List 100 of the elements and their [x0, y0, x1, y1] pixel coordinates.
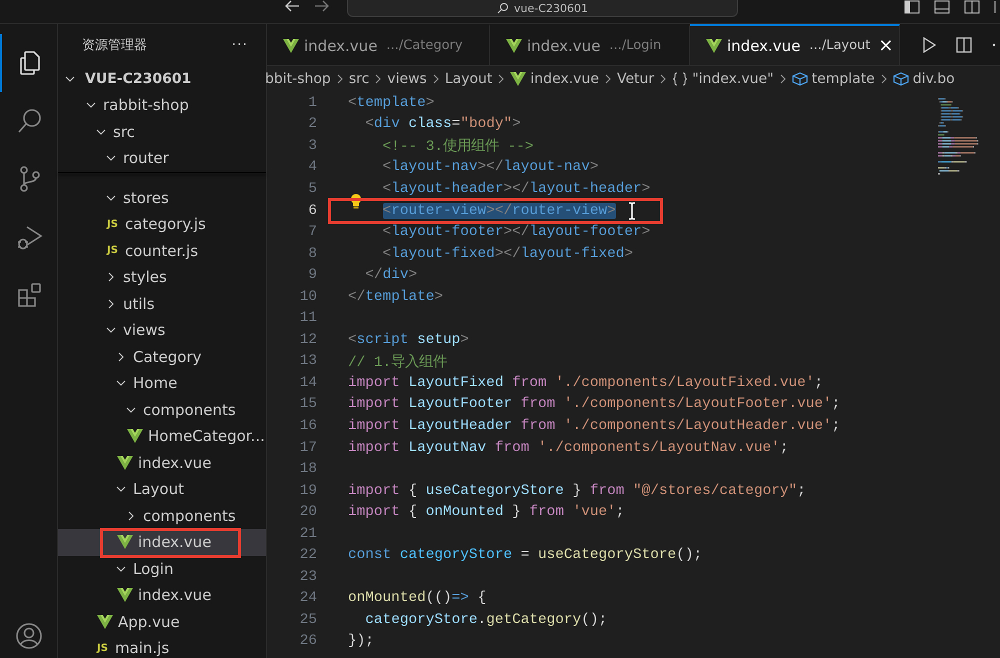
line-number: 3 — [307, 138, 317, 154]
sidebar-toggle-icon[interactable] — [904, 0, 920, 14]
more-icon[interactable] — [992, 42, 996, 46]
tab-path: .../Login — [609, 38, 662, 53]
code-line: <layout-footer></layout-footer> — [382, 224, 650, 240]
editor-tab[interactable]: index.vue .../Layout × — [690, 24, 900, 65]
line-number: 7 — [307, 224, 317, 240]
tree-item[interactable]: rabbit-shop — [103, 96, 189, 114]
line-number: 4 — [307, 159, 317, 176]
tree-item[interactable]: components — [143, 506, 236, 525]
v-file-icon — [97, 614, 113, 629]
tab-path: .../Layout — [809, 38, 870, 53]
chevron-icon — [778, 73, 787, 85]
tree-item[interactable]: category.js — [124, 215, 206, 234]
line-number: 26 — [298, 633, 317, 650]
code-line: <layout-nav></layout-nav> — [382, 159, 598, 176]
tree-item[interactable]: router — [123, 149, 169, 168]
line-number: 13 — [298, 353, 317, 370]
code-line: import LayoutFooter from './components/LayoutFooter.vue'; — [348, 396, 840, 412]
split-layout-icon[interactable] — [964, 0, 980, 14]
line-number: 6 — [307, 202, 317, 218]
line-number: 12 — [298, 332, 317, 348]
breadcrumb-item[interactable]: bbit-shop — [265, 71, 331, 87]
account-icon[interactable] — [14, 622, 42, 650]
code-line: <div class="body"> — [365, 116, 521, 132]
line-number: 24 — [298, 590, 317, 606]
line-number: 2 — [307, 116, 317, 132]
line-number: 14 — [298, 374, 317, 391]
line-number: 11 — [298, 310, 317, 326]
more-actions-button[interactable]: ··· — [232, 37, 248, 53]
tree-item[interactable]: Layout — [133, 480, 184, 498]
breadcrumb-item[interactable]: template — [812, 71, 875, 87]
search-icon — [16, 107, 44, 135]
tree-item[interactable]: components — [143, 400, 236, 419]
line-number: 17 — [298, 440, 317, 456]
tree-item[interactable]: styles — [123, 268, 167, 286]
tree-item[interactable]: stores — [123, 188, 169, 207]
tree-item[interactable]: counter.js — [124, 242, 198, 260]
js-file-icon: JS — [107, 218, 118, 230]
workspace-root[interactable]: VUE-C230601 — [85, 71, 192, 87]
tree-item[interactable]: HomeCategor... — [148, 427, 265, 446]
editor-tab[interactable]: index.vue .../Category — [267, 24, 490, 65]
tree-item[interactable]: Category — [133, 348, 202, 366]
tree-item-highlight[interactable]: index.vue — [58, 529, 266, 556]
tree-item[interactable]: App.vue — [118, 612, 180, 631]
line-number: 8 — [307, 246, 317, 262]
line-number: 18 — [298, 461, 317, 478]
js-file-icon: JS — [97, 642, 108, 654]
code-line: // 1.导入组件 — [348, 353, 448, 371]
extensions-icon — [16, 281, 44, 309]
code-line: import LayoutHeader from './components/LayoutHeader.vue'; — [348, 418, 840, 434]
line-number: 22 — [298, 547, 317, 564]
v-file-icon — [117, 588, 133, 602]
code-line: categoryStore.getCategory(); — [365, 612, 608, 628]
panel-toggle-icon[interactable] — [934, 0, 950, 14]
run-icon[interactable] — [922, 36, 936, 52]
code-line: import LayoutNav from './components/LayoutNav.vue'; — [348, 440, 788, 456]
tree-item[interactable]: utils — [123, 294, 155, 313]
tree-item[interactable]: src — [113, 122, 135, 141]
breadcrumb-item[interactable]: div.bo — [912, 71, 955, 87]
code-line: onMounted(()=> { — [348, 590, 486, 606]
tree-item[interactable]: views — [123, 321, 166, 340]
text-cursor-icon — [626, 202, 637, 220]
tree-item[interactable]: index.vue — [138, 533, 212, 552]
chevron-icon — [432, 73, 440, 85]
line-number: 23 — [298, 568, 317, 585]
breadcrumb-item[interactable]: Vetur — [616, 71, 654, 87]
tab-path: .../Category — [386, 38, 463, 53]
search-icon — [497, 2, 510, 14]
tree-item[interactable]: index.vue — [138, 586, 212, 604]
breadcrumb-item[interactable]: Layout — [444, 71, 492, 87]
breadcrumb-item[interactable]: "index.vue" — [692, 71, 774, 87]
close-tab-button[interactable]: × — [878, 35, 894, 56]
code-line: <!-- 3.使用组件 --> — [382, 138, 534, 156]
tab-title: index.vue — [304, 36, 378, 54]
layout-icon[interactable] — [994, 0, 998, 14]
forward-arrow-icon[interactable] — [314, 0, 330, 12]
v-file-icon — [706, 38, 722, 52]
back-arrow-icon[interactable] — [284, 0, 300, 12]
lightbulb-icon[interactable] — [350, 192, 362, 208]
line-number: 5 — [307, 180, 317, 197]
chevron-icon — [604, 73, 612, 85]
braces-icon — [672, 72, 688, 86]
line-number: 25 — [298, 612, 317, 628]
tree-item[interactable]: index.vue — [138, 454, 212, 472]
line-number: 1 — [307, 94, 317, 111]
code-line: <script setup> — [348, 332, 469, 348]
code-line: import { onMounted } from 'vue'; — [348, 504, 624, 520]
command-center[interactable]: vue-C230601 — [347, 0, 738, 17]
breadcrumb-item[interactable]: src — [348, 71, 370, 87]
code-line: <template> — [348, 94, 434, 111]
breadcrumb-item[interactable]: index.vue — [530, 71, 599, 87]
tree-item[interactable]: Login — [133, 560, 174, 578]
tree-item[interactable]: main.js — [114, 639, 170, 658]
split-editor-icon[interactable] — [956, 36, 972, 52]
breadcrumb-item[interactable]: views — [387, 71, 427, 87]
code-line: </template> — [348, 288, 444, 305]
chevron-icon — [880, 73, 888, 85]
chevron-icon — [374, 73, 382, 85]
tree-item[interactable]: Home — [133, 374, 178, 392]
